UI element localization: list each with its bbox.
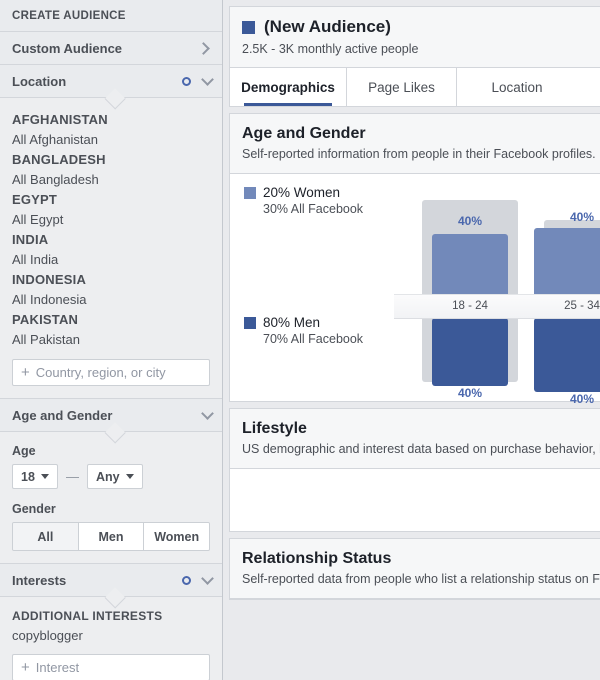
location-input-placeholder: Country, region, or city [35, 365, 166, 380]
country-all-option[interactable]: All Bangladesh [12, 170, 210, 190]
audience-color-swatch [242, 20, 255, 34]
bar-women-25-34 [534, 228, 600, 302]
age-gender-section: Age and Gender Self-reported information… [229, 113, 600, 406]
bar-value-men-25-34: 40% [569, 392, 595, 406]
gender-option-women[interactable]: Women [143, 523, 209, 550]
age-gender-panel: Age 18 — Any Gender All Men Women [0, 431, 222, 563]
legend-men-sublabel: 70% All Facebook [263, 332, 364, 346]
age-gender-section-header: Age and Gender Self-reported information… [230, 114, 600, 174]
interest-input-placeholder: Interest [35, 660, 80, 675]
legend-women-row: 20% Women [244, 185, 363, 200]
caret-down-icon [125, 474, 134, 479]
country-all-option[interactable]: All Egypt [12, 210, 210, 230]
age-max-value: Any [96, 469, 120, 484]
legend-men-row: 80% Men [244, 315, 363, 330]
country-all-option[interactable]: All Pakistan [12, 330, 210, 350]
chart-column-18-24[interactable]: 40% 40% [422, 174, 518, 401]
age-max-select[interactable]: Any [87, 464, 143, 489]
interests-panel: ADDITIONAL INTERESTS copyblogger + Inter… [0, 596, 222, 680]
country-all-option[interactable]: All Afghanistan [12, 130, 210, 150]
age-gender-chart: 20% Women 30% All Facebook 80% Men 70% A… [230, 174, 600, 406]
audience-reach: 2.5K - 3K monthly active people [242, 42, 419, 56]
age-gender-label: Age and Gender [12, 407, 113, 423]
audience-header: (New Audience) 2.5K - 3K monthly active … [230, 7, 600, 68]
legend-women: 20% Women 30% All Facebook [244, 185, 363, 216]
relationship-status-section: Relationship Status Self-reported data f… [229, 538, 600, 600]
legend-women-label: 20% Women [263, 185, 341, 200]
tab-page-likes[interactable]: Page Likes [347, 68, 457, 106]
section-subtitle: Self-reported data from people who list … [242, 572, 600, 586]
audience-title-row: (New Audience) [242, 17, 600, 37]
gender-label: Gender [12, 502, 56, 516]
axis-label-25-34: 25 - 34 [564, 300, 600, 312]
plus-icon: + [21, 659, 30, 676]
country-name: BANGLADESH [12, 152, 106, 167]
custom-audience-label: Custom Audience [12, 40, 123, 56]
bar-women-18-24 [432, 234, 508, 302]
lifestyle-section-body [230, 469, 600, 531]
sidebar: CREATE AUDIENCE Custom Audience Location… [0, 0, 223, 680]
sidebar-item-custom-audience[interactable]: Custom Audience [0, 31, 222, 64]
plus-icon: + [21, 364, 30, 381]
chevron-down-icon[interactable] [201, 72, 214, 86]
sidebar-title: CREATE AUDIENCE [12, 10, 126, 22]
tab-demographics[interactable]: Demographics [230, 68, 347, 106]
age-min-value: 18 [21, 469, 35, 484]
country-name: PAKISTAN [12, 312, 79, 327]
location-input[interactable]: + Country, region, or city [12, 359, 210, 386]
section-title: Lifestyle [242, 420, 307, 437]
gender-option-men[interactable]: Men [77, 523, 144, 550]
audience-insights-window: CREATE AUDIENCE Custom Audience Location… [0, 0, 600, 680]
legend-men: 80% Men 70% All Facebook [244, 315, 363, 346]
lifestyle-section-header: Lifestyle US demographic and interest da… [230, 409, 600, 469]
target-icon[interactable] [182, 575, 191, 585]
audience-card: (New Audience) 2.5K - 3K monthly active … [229, 6, 600, 107]
legend-women-sublabel: 30% All Facebook [263, 202, 364, 216]
legend-women-swatch [244, 186, 256, 199]
axis-label-18-24: 18 - 24 [452, 300, 488, 312]
additional-interests-header: ADDITIONAL INTERESTS [12, 609, 163, 623]
gender-option-all[interactable]: All [13, 523, 78, 550]
relationship-section-header: Relationship Status Self-reported data f… [230, 539, 600, 599]
chevron-down-icon[interactable] [201, 571, 214, 585]
audience-name: (New Audience) [264, 17, 391, 36]
country-all-option[interactable]: All India [12, 250, 210, 270]
country-name: INDIA [12, 232, 49, 247]
lifestyle-section: Lifestyle US demographic and interest da… [229, 408, 600, 532]
section-subtitle: Self-reported information from people in… [242, 147, 600, 161]
age-label: Age [12, 444, 36, 458]
bar-value-women-25-34: 40% [569, 210, 595, 224]
chevron-down-icon[interactable] [201, 406, 214, 420]
caret-down-icon [40, 474, 49, 479]
section-title: Relationship Status [242, 550, 392, 567]
legend-men-swatch [244, 316, 256, 329]
bar-men-25-34 [534, 318, 600, 392]
section-title: Age and Gender [242, 125, 366, 142]
chevron-right-icon [197, 41, 210, 55]
tab-bar: Demographics Page Likes Location [230, 68, 600, 106]
bar-value-women-18-24: 40% [457, 214, 483, 228]
age-min-select[interactable]: 18 [12, 464, 58, 489]
bar-men-18-24 [432, 318, 508, 386]
bar-value-men-18-24: 40% [457, 386, 483, 400]
chart-plot-area: 40% 40% 40% 40% 18 - 24 25 - 34 [394, 174, 600, 406]
range-dash: — [66, 469, 79, 484]
target-icon[interactable] [182, 76, 191, 86]
country-name: AFGHANISTAN [12, 112, 108, 127]
country-name: INDONESIA [12, 272, 87, 287]
country-all-option[interactable]: All Indonesia [12, 290, 210, 310]
tab-location[interactable]: Location [457, 68, 577, 106]
section-subtitle: US demographic and interest data based o… [242, 442, 600, 456]
age-range-row: 18 — Any [12, 464, 210, 489]
main-content: (New Audience) 2.5K - 3K monthly active … [223, 0, 600, 680]
country-name: EGYPT [12, 192, 58, 207]
location-label: Location [12, 73, 67, 89]
location-panel: AFGHANISTAN All Afghanistan BANGLADESH A… [0, 97, 222, 398]
interest-input[interactable]: + Interest [12, 654, 210, 680]
interest-item[interactable]: copyblogger [12, 626, 210, 645]
legend-men-label: 80% Men [263, 315, 321, 330]
chart-column-25-34[interactable]: 40% 40% [534, 174, 600, 406]
gender-segmented-control: All Men Women [12, 522, 210, 551]
interests-label: Interests [12, 572, 67, 588]
